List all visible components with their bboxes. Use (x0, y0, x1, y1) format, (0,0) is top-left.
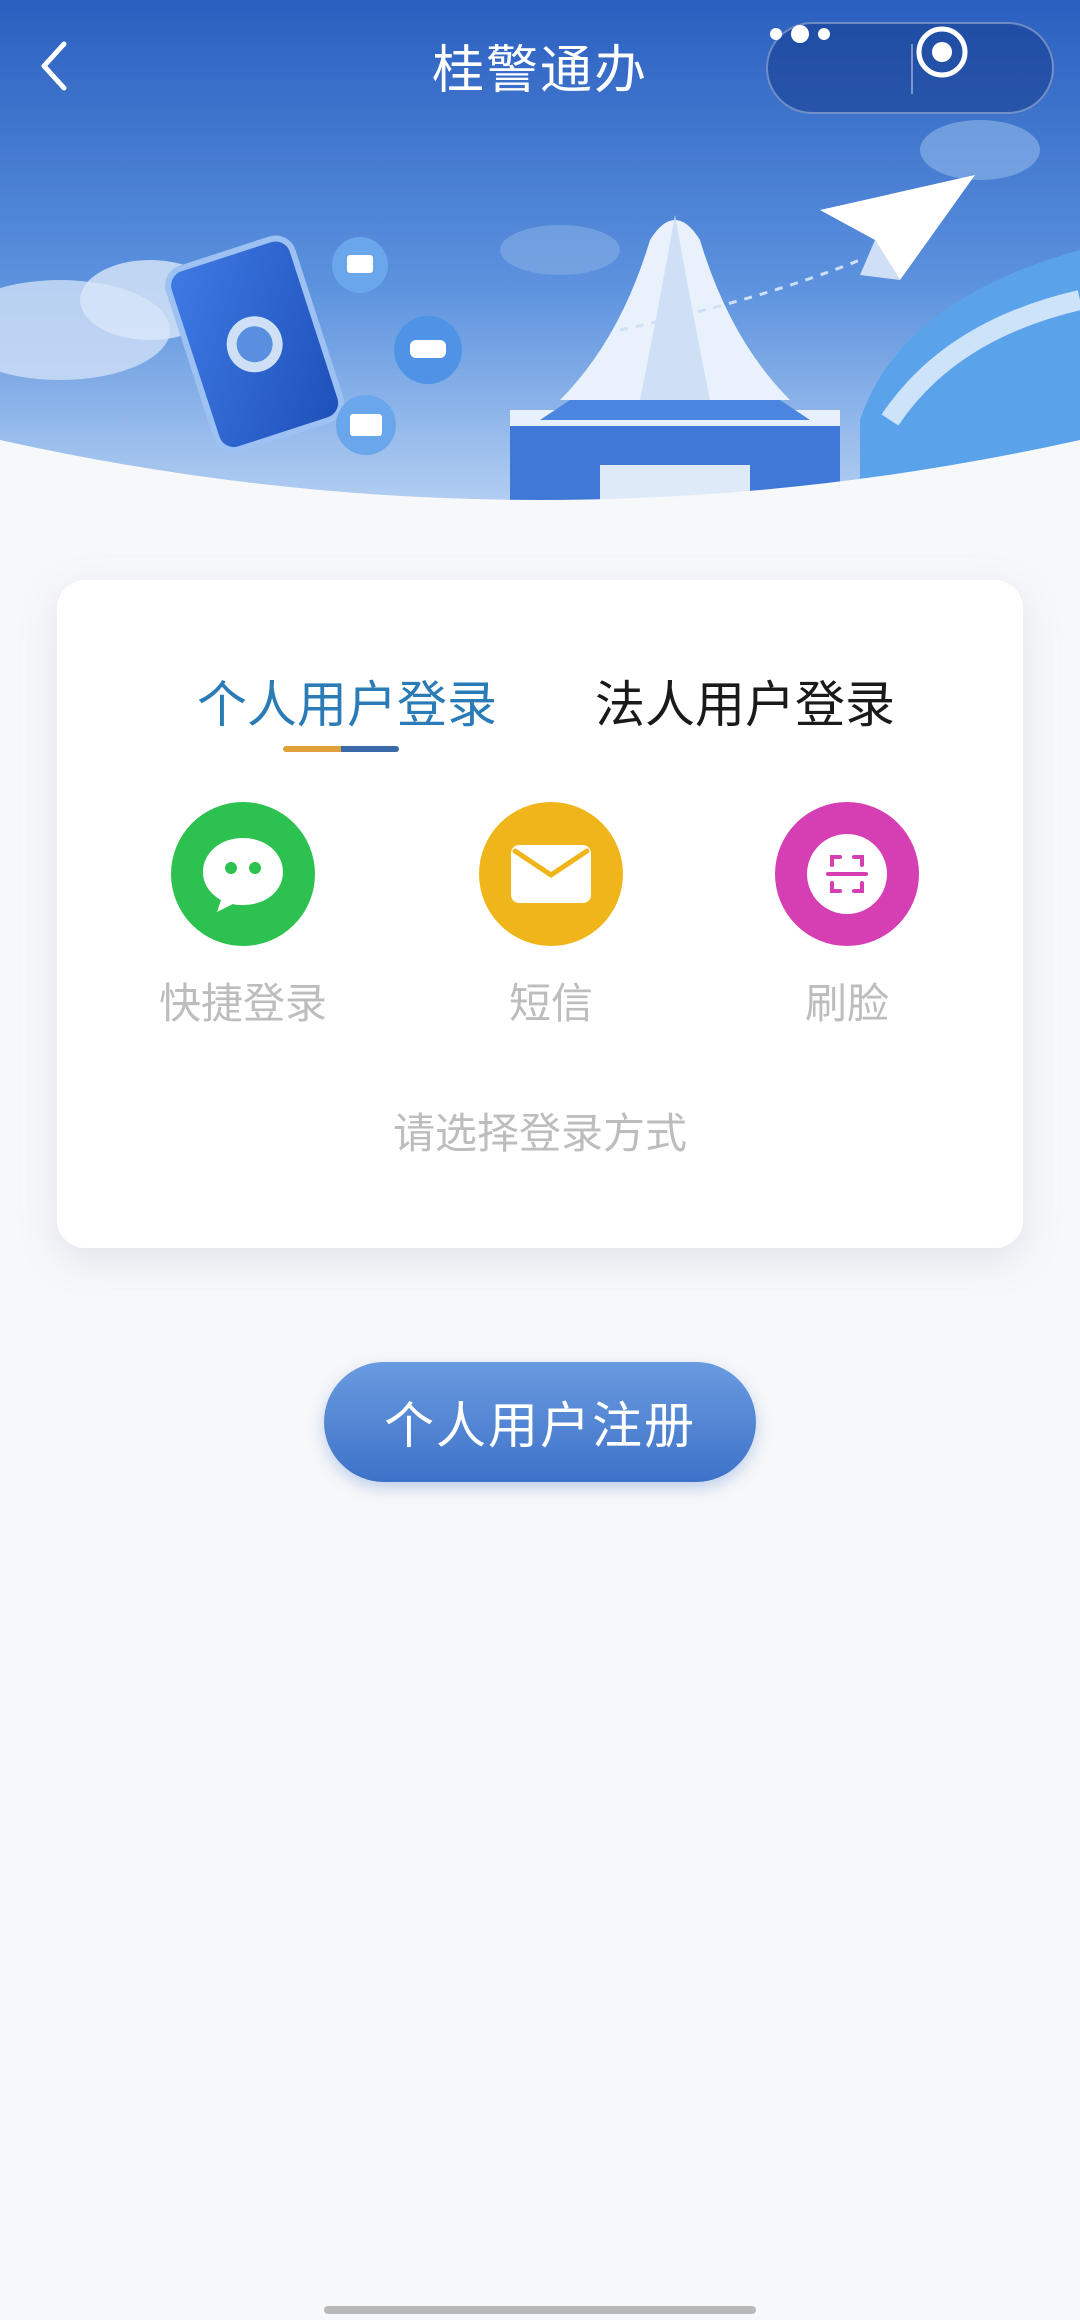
target-circle-icon (916, 26, 968, 78)
sms-login-option[interactable]: 短信 (451, 802, 651, 1032)
active-tab-indicator (283, 746, 399, 752)
header-banner: 桂警通办 (0, 0, 1080, 520)
face-label: 刷脸 (804, 979, 889, 1028)
more-button[interactable] (768, 24, 910, 112)
login-method-hint: 请选择登录方式 (392, 1109, 687, 1158)
quick-login-option[interactable]: 快捷登录 (143, 802, 343, 1032)
more-dots-icon (770, 25, 830, 43)
envelope-icon (479, 802, 623, 946)
miniprogram-capsule (766, 22, 1054, 114)
face-login-option[interactable]: 刷脸 (747, 802, 947, 1032)
login-card: 个人用户登录 法人用户登录 快捷登录 短信 刷脸 请选择登录方式 (57, 580, 1023, 1248)
home-indicator[interactable] (324, 2306, 756, 2314)
capsule-divider (911, 44, 913, 94)
wechat-icon (171, 802, 315, 946)
tab-personal-login[interactable]: 个人用户登录 (197, 670, 497, 740)
quick-login-label: 快捷登录 (158, 979, 327, 1028)
face-scan-icon (775, 802, 919, 946)
sms-label: 短信 (508, 979, 593, 1028)
tab-legal-login[interactable]: 法人用户登录 (595, 670, 895, 740)
register-button[interactable]: 个人用户注册 (324, 1362, 756, 1482)
close-button[interactable] (914, 24, 1052, 112)
